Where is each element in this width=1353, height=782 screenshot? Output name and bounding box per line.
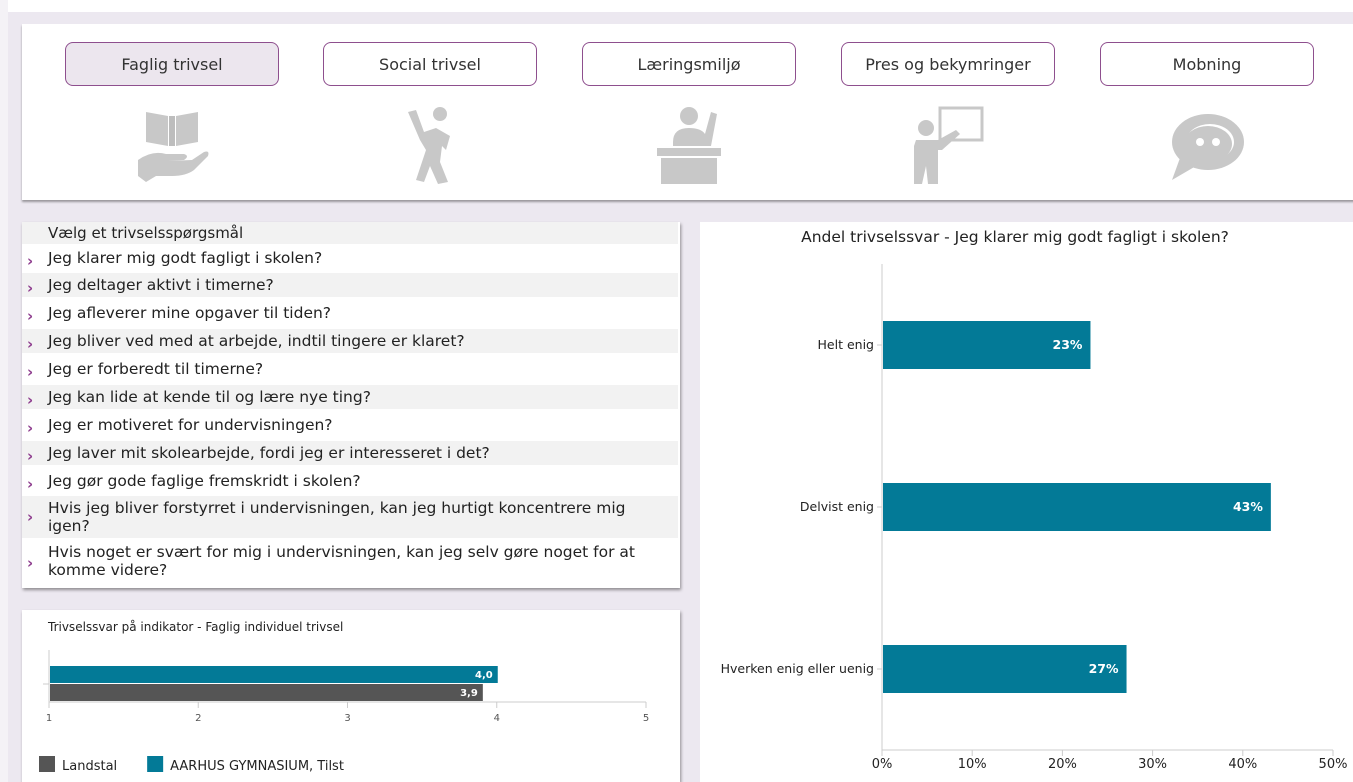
teacher-board-icon[interactable] — [908, 106, 988, 186]
chevron-right-icon: › — [27, 508, 34, 526]
chevron-right-icon: › — [27, 447, 34, 465]
question-item[interactable]: › Jeg afleverer mine opgaver til tiden? — [22, 301, 678, 325]
speech-bubble-icon[interactable] — [1168, 106, 1248, 186]
category-label: Helt enig — [818, 337, 874, 352]
chevron-right-icon: › — [27, 363, 34, 381]
bar-value-label: 27% — [1089, 661, 1119, 676]
tab-mobning[interactable]: Mobning — [1100, 42, 1314, 86]
person-waving-icon[interactable] — [390, 106, 470, 186]
question-item[interactable]: › Hvis noget er svært for mig i undervis… — [22, 542, 678, 584]
legend-label: AARHUS GYMNASIUM, Tilst — [170, 759, 344, 774]
chevron-right-icon: › — [27, 252, 34, 270]
indicator-bar — [50, 666, 498, 683]
chevron-right-icon: › — [27, 391, 34, 409]
chevron-right-icon: › — [27, 554, 34, 572]
question-item[interactable]: › Jeg gør gode faglige fremskridt i skol… — [22, 469, 678, 493]
indicator-chart: 1 2 3 4 5 4,0 3,9 Landstal AARHUS GYMNASIUM, Til… — [39, 650, 649, 774]
x-tick-label: 20% — [1048, 757, 1077, 772]
legend-label: Landstal — [62, 759, 117, 774]
x-tick-label: 2 — [195, 713, 201, 724]
question-item[interactable]: › Jeg er motiveret for undervisningen? — [22, 413, 678, 437]
answer-share-chart: 0% 10% 20% 30% 40% 50% Helt enig 23% Delvist eni… — [721, 264, 1348, 772]
left-strip — [0, 0, 8, 782]
category-nav-panel: Faglig trivsel Social trivsel Læringsmil… — [22, 24, 1353, 200]
legend-swatch — [39, 756, 55, 772]
x-tick-label: 50% — [1319, 757, 1348, 772]
book-hand-icon[interactable] — [132, 106, 212, 186]
chevron-right-icon: › — [27, 335, 34, 353]
x-tick-label: 0% — [872, 757, 893, 772]
question-item[interactable]: › Jeg klarer mig godt fagligt i skolen? — [22, 246, 678, 270]
legend-swatch — [147, 756, 164, 772]
person-desk-icon[interactable] — [649, 106, 729, 186]
indicator-bar-value-label: 4,0 — [475, 670, 493, 681]
question-item[interactable]: › Jeg bliver ved med at arbejde, indtil … — [22, 329, 678, 353]
category-label: Delvist enig — [800, 499, 874, 514]
answer-share-chart-panel: Andel trivselssvar - Jeg klarer mig godt… — [700, 222, 1353, 782]
tab-faglig-trivsel[interactable]: Faglig trivsel — [65, 42, 279, 86]
bar — [883, 483, 1271, 531]
chevron-right-icon: › — [27, 279, 34, 297]
bar-value-label: 23% — [1053, 337, 1083, 352]
question-item[interactable]: › Jeg kan lide at kende til og lære nye … — [22, 385, 678, 409]
question-item[interactable]: › Jeg laver mit skolearbejde, fordi jeg … — [22, 441, 678, 465]
indicator-chart-panel: Trivselssvar på indikator - Faglig indiv… — [22, 610, 680, 782]
question-list-header: Vælg et trivselsspørgsmål — [22, 222, 678, 244]
x-tick-label: 40% — [1228, 757, 1257, 772]
question-item[interactable]: › Jeg deltager aktivt i timerne? — [22, 273, 678, 297]
chevron-right-icon: › — [27, 419, 34, 437]
category-label: Hverken enig eller uenig — [721, 661, 874, 676]
question-item[interactable]: › Hvis jeg bliver forstyrret i undervisn… — [22, 496, 678, 538]
question-item[interactable]: › Jeg er forberedt til timerne? — [22, 357, 678, 381]
tab-social-trivsel[interactable]: Social trivsel — [323, 42, 537, 86]
tab-pres-og-bekymringer[interactable]: Pres og bekymringer — [841, 42, 1055, 86]
indicator-bar-value-label: 3,9 — [460, 688, 478, 699]
chevron-right-icon: › — [27, 307, 34, 325]
x-tick-label: 3 — [344, 713, 350, 724]
top-strip — [0, 0, 1353, 12]
x-tick-label: 5 — [643, 713, 649, 724]
question-list-panel: Vælg et trivselsspørgsmål › Jeg klarer m… — [22, 222, 680, 588]
indicator-bar — [50, 684, 483, 701]
chevron-right-icon: › — [27, 475, 34, 493]
x-tick-label: 4 — [494, 713, 500, 724]
x-tick-label: 1 — [46, 713, 52, 724]
x-tick-label: 30% — [1138, 757, 1167, 772]
x-tick-label: 10% — [958, 757, 987, 772]
bar-value-label: 43% — [1233, 499, 1263, 514]
tab-laeringsmiljo[interactable]: Læringsmiljø — [582, 42, 796, 86]
